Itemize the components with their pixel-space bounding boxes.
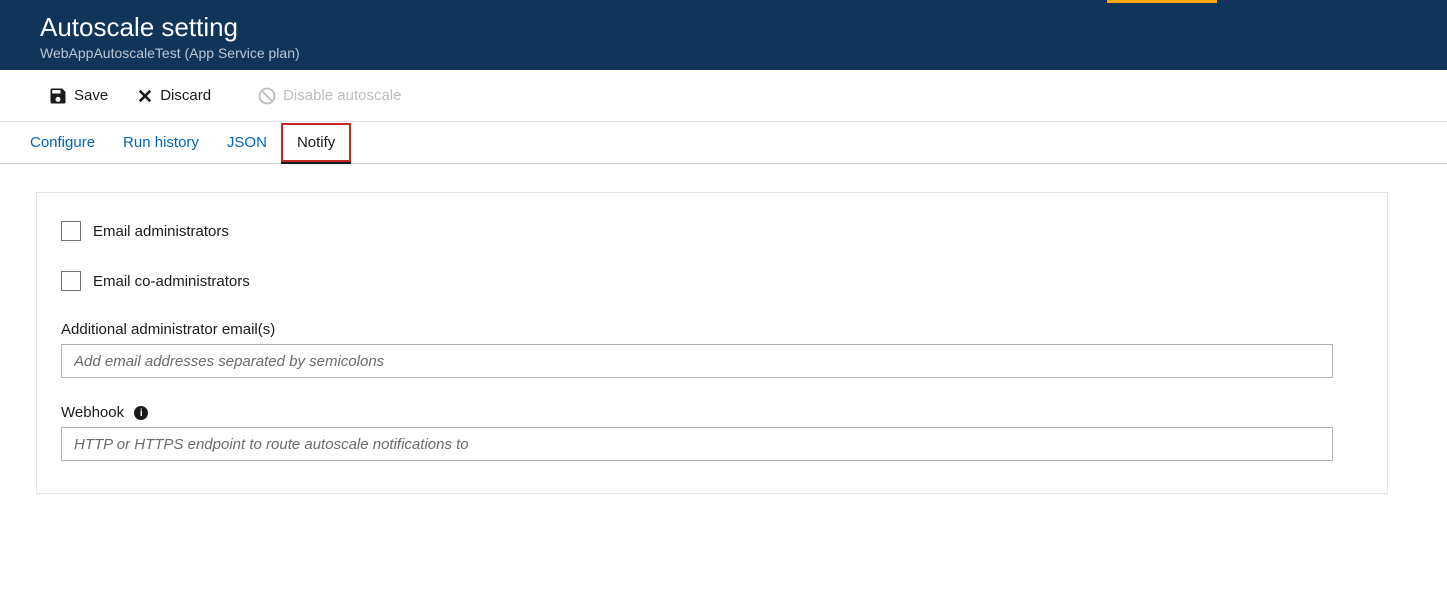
tab-json[interactable]: JSON xyxy=(213,125,281,160)
tab-run-history[interactable]: Run history xyxy=(109,125,213,160)
email-coadmins-row: Email co-administrators xyxy=(61,271,1363,291)
additional-emails-field: Additional administrator email(s) xyxy=(61,321,1363,378)
discard-button[interactable]: Discard xyxy=(124,81,223,111)
webhook-field: Webhook i xyxy=(61,404,1363,461)
email-admins-row: Email administrators xyxy=(61,221,1363,241)
disable-autoscale-button[interactable]: Disable autoscale xyxy=(245,80,413,112)
tab-notify[interactable]: Notify xyxy=(281,123,351,162)
save-button-label: Save xyxy=(74,87,108,104)
header-accent-bar xyxy=(1107,0,1217,3)
save-icon xyxy=(48,86,68,106)
discard-button-label: Discard xyxy=(160,87,211,104)
info-icon[interactable]: i xyxy=(134,406,148,420)
disable-icon xyxy=(257,86,277,106)
tab-configure[interactable]: Configure xyxy=(16,125,109,160)
content-area: Email administrators Email co-administra… xyxy=(0,164,1447,522)
page-header: Autoscale setting WebAppAutoscaleTest (A… xyxy=(0,0,1447,70)
email-coadmins-checkbox[interactable] xyxy=(61,271,81,291)
tab-bar: Configure Run history JSON Notify xyxy=(0,122,1447,164)
page-title: Autoscale setting xyxy=(40,12,1447,43)
email-coadmins-label: Email co-administrators xyxy=(93,273,250,290)
webhook-label: Webhook i xyxy=(61,404,1363,421)
additional-emails-input[interactable] xyxy=(61,344,1333,378)
notify-panel: Email administrators Email co-administra… xyxy=(36,192,1388,494)
email-admins-label: Email administrators xyxy=(93,223,229,240)
webhook-input[interactable] xyxy=(61,427,1333,461)
close-icon xyxy=(136,87,154,105)
page-subtitle: WebAppAutoscaleTest (App Service plan) xyxy=(40,45,1447,61)
additional-emails-label: Additional administrator email(s) xyxy=(61,321,1363,338)
save-button[interactable]: Save xyxy=(36,80,120,112)
disable-autoscale-label: Disable autoscale xyxy=(283,87,401,104)
webhook-label-text: Webhook xyxy=(61,404,124,421)
email-admins-checkbox[interactable] xyxy=(61,221,81,241)
toolbar: Save Discard Disable autoscale xyxy=(0,70,1447,122)
